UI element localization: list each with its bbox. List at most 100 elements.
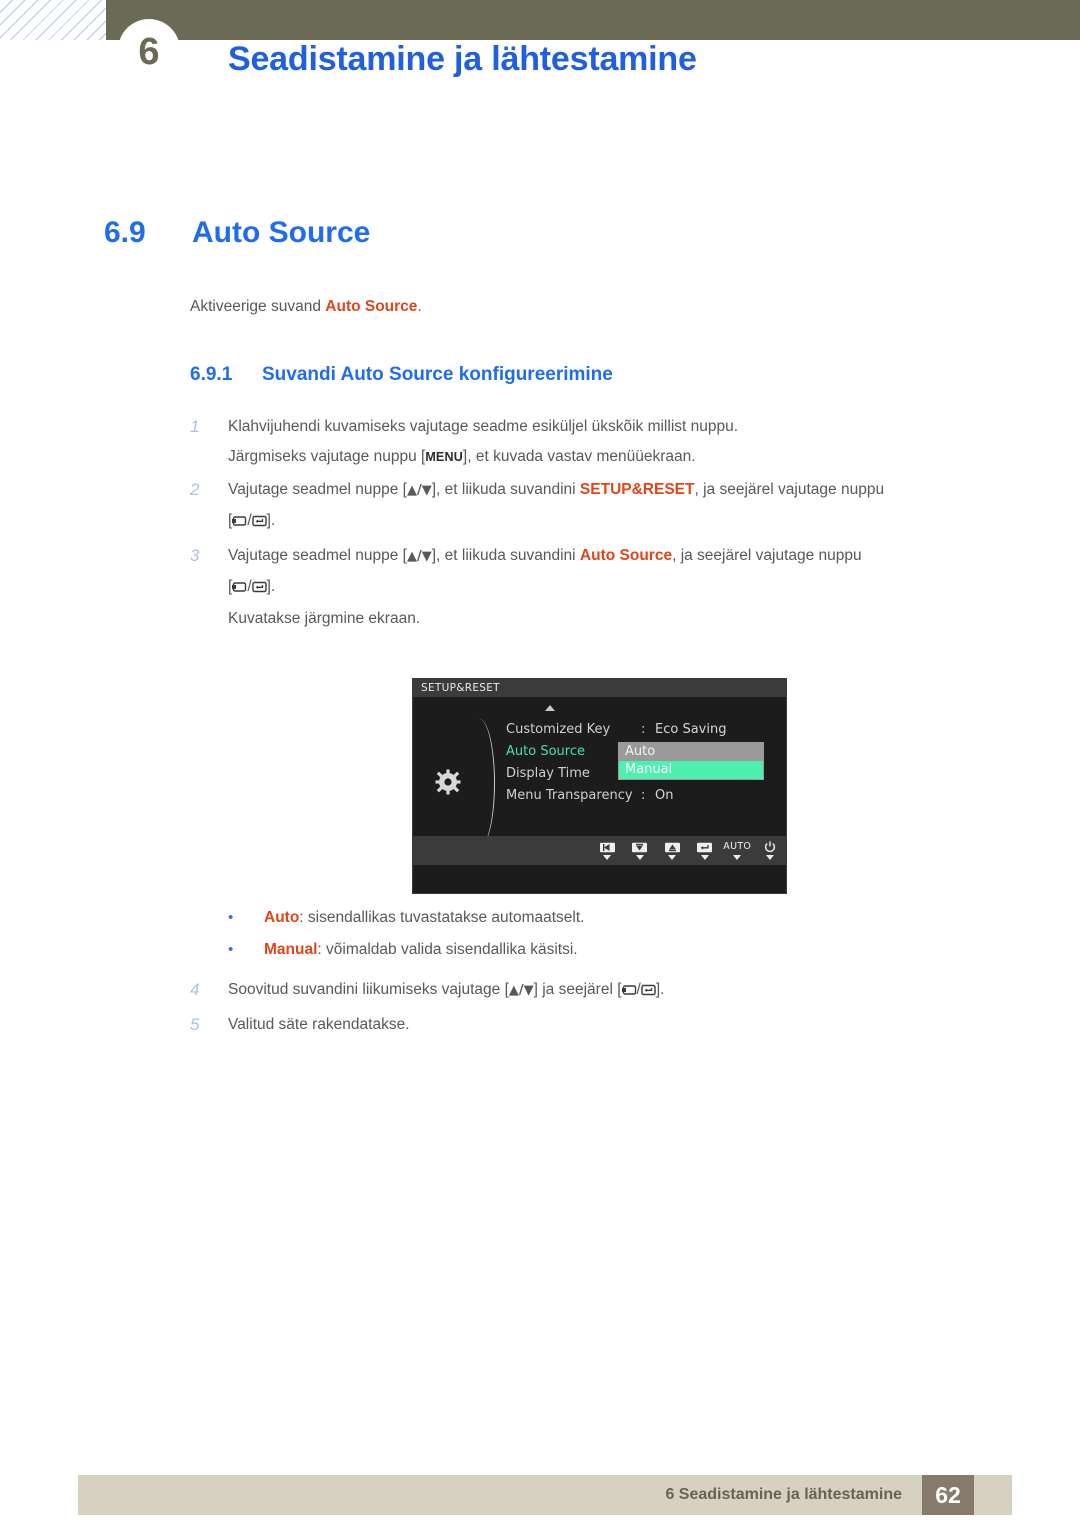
button-tick-icon — [603, 855, 612, 860]
step-2-c: , ja seejärel vajutage nuppu — [694, 481, 885, 498]
footer-bar: 6 Seadistamine ja lähtestamine 62 — [78, 1475, 1012, 1515]
step-1-line-2: Järgmiseks vajutage nuppu [MENU], et kuv… — [228, 442, 1020, 472]
scroll-up-arrow-icon — [545, 705, 555, 711]
step-text: Vajutage seadmel nuppe [▲/▼], et liikuda… — [228, 475, 1020, 538]
step-3-close: ]. — [266, 578, 276, 595]
up-down-arrow-icon: ▲/▼ — [406, 549, 432, 564]
step-1: 1 Klahvijuhendi kuvamiseks vajutage sead… — [190, 412, 1020, 472]
step-number: 4 — [190, 980, 200, 999]
step-1-line-2-b: ], et kuvada vastav menüüekraan. — [462, 448, 696, 465]
left-arrow-icon — [599, 841, 616, 853]
osd-menu-screenshot: SETUP&RESET Customized Key: Eco Saving … — [412, 678, 787, 894]
osd-button-up[interactable] — [656, 841, 689, 860]
osd-label: Customized Key — [506, 722, 611, 737]
osd-title: SETUP&RESET — [413, 679, 786, 697]
button-tick-icon — [765, 855, 774, 860]
step-number: 5 — [190, 1015, 200, 1034]
enter-button-icon — [251, 574, 267, 604]
subsection-number: 6.9.1 — [190, 364, 233, 385]
menu-button-glyph: MENU — [425, 450, 463, 464]
chapter-number-badge: 6 — [118, 19, 180, 81]
chapter-number: 6 — [138, 31, 160, 73]
section-number: 6.9 — [104, 216, 146, 249]
osd-arc-divider — [469, 719, 495, 847]
step-3-a: Vajutage seadmel nuppe [ — [228, 547, 407, 564]
osd-button-down[interactable] — [624, 841, 657, 860]
header-bar — [106, 0, 1080, 40]
bullet-manual: • Manual: võimaldab valida sisendallika … — [228, 934, 928, 966]
down-arrow-icon — [631, 841, 648, 853]
enter-icon — [696, 841, 713, 853]
osd-button-left[interactable] — [591, 841, 624, 860]
button-tick-icon — [668, 855, 677, 860]
source-button-icon — [232, 574, 247, 604]
section-intro: Aktiveerige suvand Auto Source. — [190, 298, 422, 316]
step-2-line-1: Vajutage seadmel nuppe [▲/▼], et liikuda… — [228, 475, 1020, 506]
auto-icon: AUTO — [723, 841, 751, 853]
bullet-keyword: Manual — [264, 941, 318, 958]
osd-row-menu-transparency[interactable]: Menu Transparency: On — [506, 785, 726, 807]
bullet-dot-icon: • — [228, 941, 234, 958]
step-number: 1 — [190, 417, 200, 436]
intro-prefix: Aktiveerige suvand — [190, 298, 326, 315]
step-2-close: ]. — [266, 512, 276, 529]
bullet-desc: : võimaldab valida sisendallika käsitsi. — [317, 941, 578, 958]
osd-colon: : — [641, 722, 646, 737]
button-tick-icon — [700, 855, 709, 860]
bullet-keyword: Auto — [264, 909, 300, 926]
step-2-b: ], et liikuda suvandini — [431, 481, 580, 498]
step-2-keyword: SETUP&RESET — [579, 481, 695, 498]
step-3-keyword: Auto Source — [579, 547, 673, 564]
footer-chapter-text: 6 Seadistamine ja lähtestamine — [665, 1486, 902, 1503]
step-3-line-2: [/]. — [228, 572, 1020, 604]
steps-list-continued: 4 Soovitud suvandini liikumiseks vajutag… — [190, 975, 1020, 1043]
dropdown-option-auto[interactable]: Auto — [619, 743, 763, 761]
step-2: 2 Vajutage seadmel nuppe [▲/▼], et liiku… — [190, 475, 1020, 538]
step-2-line-2: [/]. — [228, 506, 1020, 538]
button-tick-icon — [733, 855, 742, 860]
bullet-text: Manual: võimaldab valida sisendallika kä… — [264, 934, 578, 966]
step-number: 2 — [190, 480, 200, 499]
step-3-b: ], et liikuda suvandini — [431, 547, 580, 564]
intro-keyword: Auto Source — [325, 298, 418, 315]
osd-row-customized-key[interactable]: Customized Key: Eco Saving — [506, 719, 726, 741]
osd-button-power[interactable] — [754, 841, 787, 860]
dropdown-option-manual[interactable]: Manual — [619, 761, 763, 779]
subsection-title: Suvandi Auto Source konfigureerimine — [262, 364, 613, 385]
step-2-a: Vajutage seadmel nuppe [ — [228, 481, 407, 498]
source-button-icon — [232, 508, 247, 538]
step-3-line-1: Vajutage seadmel nuppe [▲/▼], et liikuda… — [228, 541, 1020, 572]
osd-button-guide: AUTO — [413, 836, 786, 865]
bullet-desc: : sisendallikas tuvastatakse automaatsel… — [299, 909, 585, 926]
bullet-auto: • Auto: sisendallikas tuvastatakse autom… — [228, 902, 928, 934]
steps-list: 1 Klahvijuhendi kuvamiseks vajutage sead… — [190, 412, 1020, 637]
step-text: Vajutage seadmel nuppe [▲/▼], et liikuda… — [228, 541, 1020, 634]
step-text: Soovitud suvandini liikumiseks vajutage … — [228, 975, 1020, 1007]
option-bullet-list: • Auto: sisendallikas tuvastatakse autom… — [228, 902, 928, 966]
step-3-c: , ja seejärel vajutage nuppu — [672, 547, 862, 564]
step-4-b: ] ja seejärel [ — [533, 981, 622, 998]
step-4-c: ]. — [655, 981, 665, 998]
step-text: Klahvijuhendi kuvamiseks vajutage seadme… — [228, 412, 1020, 472]
bullet-dot-icon: • — [228, 909, 234, 926]
osd-label: Menu Transparency — [506, 788, 633, 803]
step-3-line-3: Kuvatakse järgmine ekraan. — [228, 610, 421, 627]
osd-body: Customized Key:Eco Saving Auto Source: D… — [413, 697, 786, 865]
step-5: 5 Valitud säte rakendatakse. — [190, 1010, 1020, 1040]
osd-value: Eco Saving — [655, 722, 727, 737]
osd-colon: : — [641, 788, 646, 803]
enter-button-icon — [641, 977, 656, 1007]
osd-button-auto[interactable]: AUTO — [721, 841, 754, 860]
step-number: 3 — [190, 546, 200, 565]
auto-source-dropdown[interactable]: Auto Manual — [618, 742, 764, 780]
gear-icon — [435, 769, 461, 795]
page-number-badge: 62 — [922, 1475, 974, 1515]
up-arrow-icon — [664, 841, 681, 853]
source-button-icon — [621, 977, 637, 1007]
step-4-a: Soovitud suvandini liikumiseks vajutage … — [228, 981, 509, 998]
subsection-heading: 6.9.1 Suvandi Auto Source konfigureerimin… — [190, 364, 613, 386]
enter-button-icon — [251, 508, 267, 538]
header-title: Seadistamine ja lähtestamine — [228, 40, 697, 78]
osd-button-enter[interactable] — [689, 841, 722, 860]
osd-value: On — [655, 788, 674, 803]
